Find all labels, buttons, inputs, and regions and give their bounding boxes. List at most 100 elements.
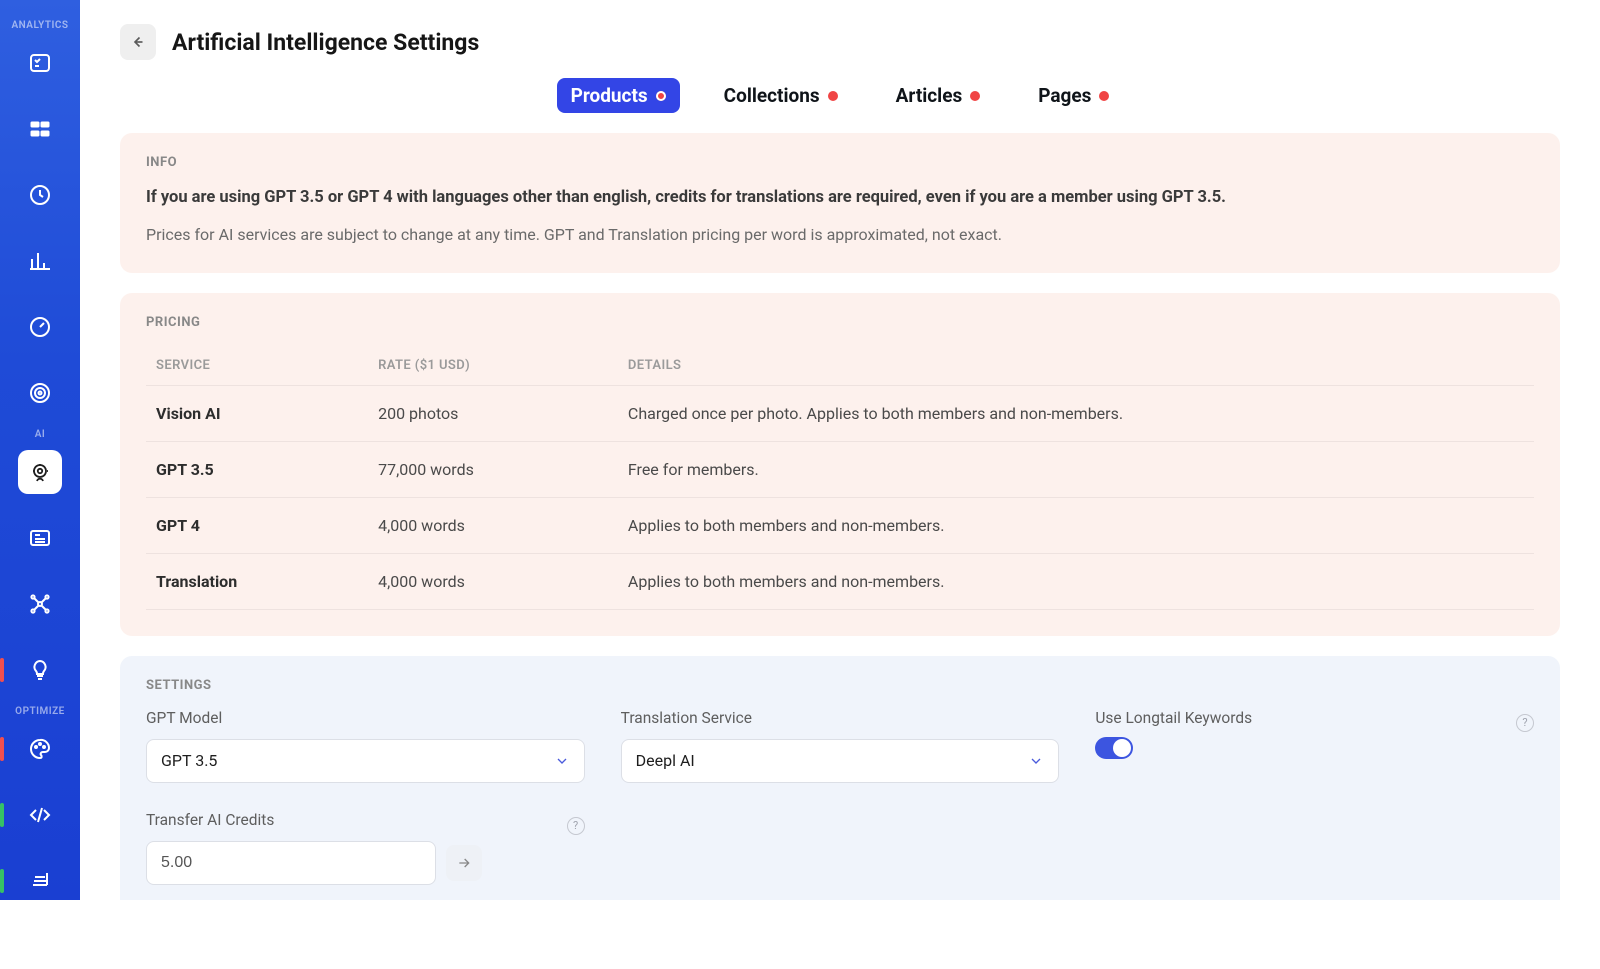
code-icon [28,803,52,827]
sidebar-item-network[interactable] [18,582,62,626]
arrow-left-icon [129,33,147,51]
settings-panel: SETTINGS GPT Model GPT 3.5 Translation S… [120,656,1560,900]
sidebar-item-checklist[interactable] [18,41,62,85]
translation-service-select[interactable]: Deepl AI [621,739,1060,783]
bar-chart-icon [28,249,52,273]
pricing-service: Vision AI [146,385,368,441]
lightbulb-icon [28,658,52,682]
tab-products[interactable]: Products [557,78,680,113]
table-row: Translation 4,000 words Applies to both … [146,553,1534,609]
info-secondary-text: Prices for AI services are subject to ch… [146,223,1534,247]
table-row: Vision AI 200 photos Charged once per ph… [146,385,1534,441]
pricing-panel: PRICING SERVICE RATE ($1 USD) DETAILS Vi… [120,293,1560,636]
field-translation-service: Translation Service Deepl AI [621,709,1060,783]
pricing-details: Free for members. [618,441,1534,497]
pricing-col-details: DETAILS [618,346,1534,386]
news-icon [28,526,52,550]
pricing-col-rate: RATE ($1 USD) [368,346,618,386]
main-content: Artificial Intelligence Settings Product… [80,0,1600,900]
tab-collections[interactable]: Collections [710,78,852,113]
brain-gear-icon [28,460,52,484]
notch-indicator [0,658,4,682]
field-transfer-credits: Transfer AI Credits ? [146,811,585,885]
panel-heading-pricing: PRICING [146,315,1534,330]
page-title: Artificial Intelligence Settings [172,29,479,56]
table-row: GPT 4 4,000 words Applies to both member… [146,497,1534,553]
field-label-translation: Translation Service [621,709,1060,727]
select-value: Deepl AI [636,751,695,770]
notch-indicator [0,803,4,827]
field-label-gpt-model: GPT Model [146,709,585,727]
info-primary-text: If you are using GPT 3.5 or GPT 4 with l… [146,186,1534,211]
network-icon [28,592,52,616]
notch-indicator [0,737,4,761]
sidebar-item-stack[interactable] [18,859,62,903]
info-panel: INFO If you are using GPT 3.5 or GPT 4 w… [120,133,1560,273]
table-row: GPT 3.5 77,000 words Free for members. [146,441,1534,497]
sidebar-item-grid[interactable] [18,107,62,151]
sidebar-item-palette[interactable] [18,727,62,771]
status-dot-icon [970,91,980,101]
checklist-icon [28,51,52,75]
sidebar-section-analytics: ANALYTICS [11,20,68,31]
gauge-icon [28,315,52,339]
tab-articles[interactable]: Articles [882,78,995,113]
panel-heading-info: INFO [146,155,1534,170]
select-value: GPT 3.5 [161,751,217,770]
sidebar-item-code[interactable] [18,793,62,837]
help-icon[interactable]: ? [567,817,585,835]
pricing-table: SERVICE RATE ($1 USD) DETAILS Vision AI … [146,346,1534,610]
chevron-down-icon [1028,753,1044,769]
sidebar-item-ideas[interactable] [18,648,62,692]
field-longtail: Use Longtail Keywords ? [1095,709,1534,759]
panel-heading-settings: SETTINGS [146,678,1534,693]
notch-indicator [0,869,4,893]
tab-label: Products [571,84,648,107]
pricing-details: Applies to both members and non-members. [618,497,1534,553]
chevron-down-icon [554,753,570,769]
tab-label: Collections [724,84,820,107]
tab-pages[interactable]: Pages [1024,78,1123,113]
stack-icon [28,869,52,893]
arrow-right-icon [456,855,472,871]
clock-icon [28,183,52,207]
sidebar-section-optimize: OPTIMIZE [15,706,65,717]
pricing-rate: 200 photos [368,385,618,441]
transfer-credits-input[interactable] [146,841,436,885]
pricing-rate: 77,000 words [368,441,618,497]
field-gpt-model: GPT Model GPT 3.5 [146,709,585,783]
pricing-service: Translation [146,553,368,609]
pricing-service: GPT 4 [146,497,368,553]
sidebar: ANALYTICS AI [0,0,80,900]
pricing-rate: 4,000 words [368,553,618,609]
pricing-rate: 4,000 words [368,497,618,553]
sidebar-item-chart[interactable] [18,239,62,283]
sidebar-section-ai: AI [35,429,46,440]
sidebar-item-gauge[interactable] [18,305,62,349]
longtail-toggle[interactable] [1095,737,1133,759]
target-icon [28,381,52,405]
status-dot-icon [828,91,838,101]
field-label-transfer: Transfer AI Credits [146,811,274,829]
sidebar-item-target[interactable] [18,371,62,415]
tab-label: Pages [1038,84,1091,107]
pricing-details: Applies to both members and non-members. [618,553,1534,609]
sidebar-item-images[interactable] [18,925,62,969]
back-button[interactable] [120,24,156,60]
transfer-submit-button[interactable] [446,845,482,881]
help-icon[interactable]: ? [1516,714,1534,732]
tab-label: Articles [896,84,963,107]
palette-icon [28,737,52,761]
pricing-details: Charged once per photo. Applies to both … [618,385,1534,441]
sidebar-item-history[interactable] [18,173,62,217]
sidebar-item-ai-settings[interactable] [18,450,62,494]
sidebar-item-news[interactable] [18,516,62,560]
field-label-longtail: Use Longtail Keywords [1095,709,1252,727]
grid-icon [28,117,52,141]
pricing-col-service: SERVICE [146,346,368,386]
images-icon [28,935,52,959]
gpt-model-select[interactable]: GPT 3.5 [146,739,585,783]
pricing-service: GPT 3.5 [146,441,368,497]
status-dot-icon [1099,91,1109,101]
entity-tabs: Products Collections Articles Pages [120,78,1560,113]
